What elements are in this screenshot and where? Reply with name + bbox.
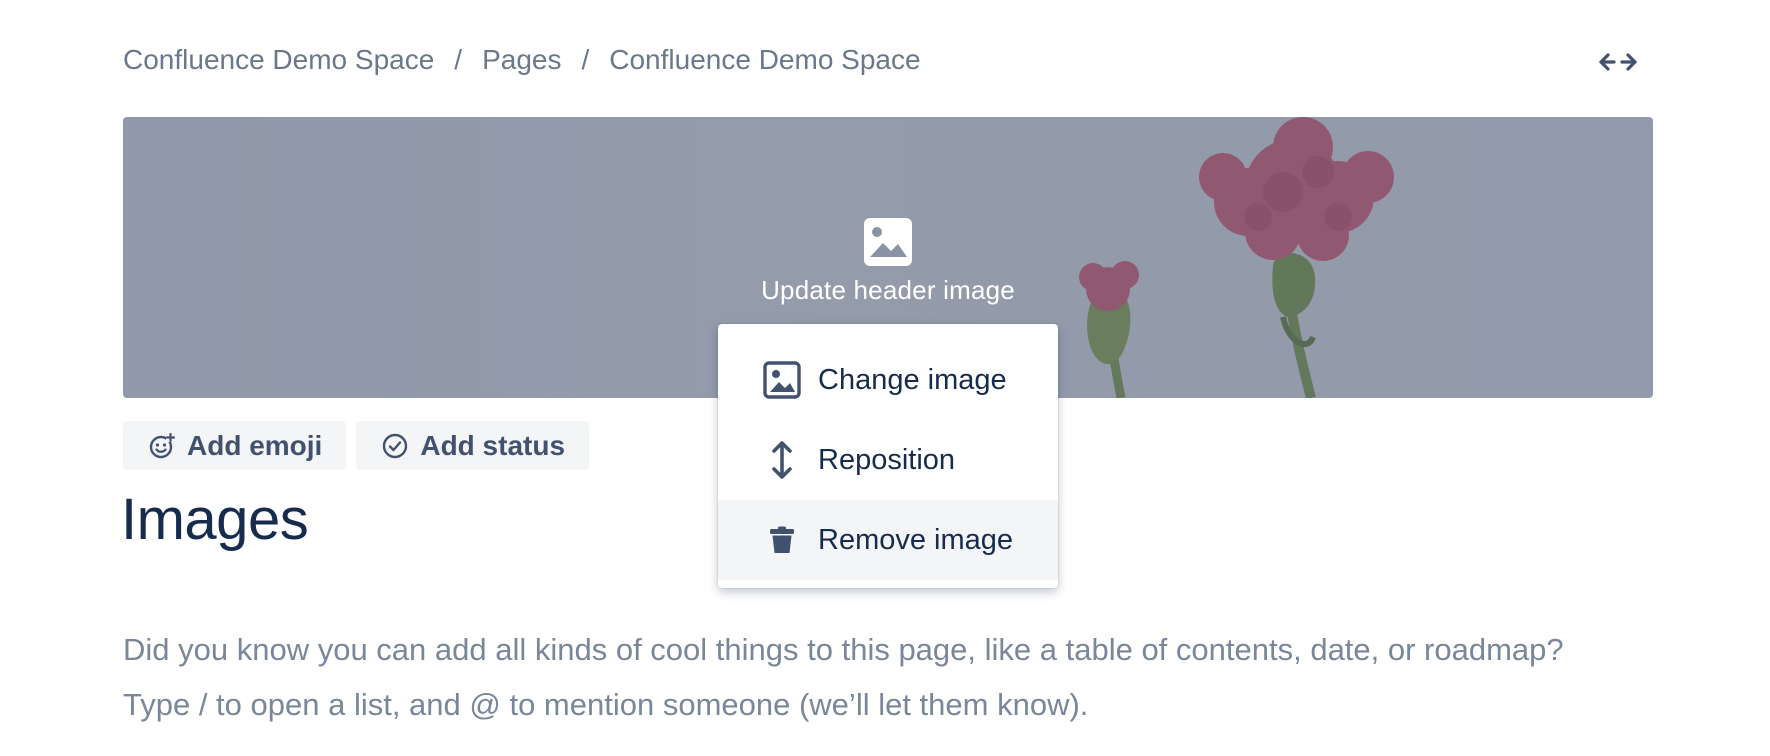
- update-header-image-label: Update header image: [761, 275, 1015, 305]
- expand-width-button[interactable]: [1596, 48, 1640, 76]
- add-status-label: Add status: [420, 429, 566, 461]
- menu-item-label: Remove image: [818, 523, 1014, 556]
- status-check-icon: [383, 433, 408, 458]
- breadcrumb-separator: /: [454, 44, 463, 75]
- page: Confluence Demo Space / Pages / Confluen…: [0, 0, 1770, 756]
- menu-item-change-image[interactable]: Change image: [718, 340, 1058, 420]
- menu-item-reposition[interactable]: Reposition: [718, 420, 1058, 500]
- update-header-image-button[interactable]: Update header image: [123, 217, 1653, 306]
- breadcrumb: Confluence Demo Space / Pages / Confluen…: [123, 44, 921, 76]
- page-body[interactable]: Did you know you can add all kinds of co…: [123, 622, 1683, 732]
- emoji-add-icon: [149, 432, 175, 458]
- trash-icon: [762, 520, 802, 560]
- vertical-arrows-icon: [762, 440, 802, 480]
- header-image-menu: Change image Reposition Remove image: [718, 324, 1058, 588]
- image-icon: [762, 360, 802, 400]
- add-status-button[interactable]: Add status: [356, 421, 590, 470]
- breadcrumb-item-page[interactable]: Confluence Demo Space: [609, 44, 920, 76]
- breadcrumb-item-pages[interactable]: Pages: [482, 44, 561, 76]
- add-emoji-label: Add emoji: [187, 429, 323, 461]
- page-meta-buttons: Add emoji Add status: [123, 421, 590, 470]
- breadcrumb-separator: /: [581, 44, 590, 75]
- page-title[interactable]: Images: [121, 486, 309, 553]
- body-paragraph-line: Type / to open a list, and @ to mention …: [123, 687, 1089, 722]
- menu-item-label: Change image: [818, 363, 1007, 396]
- add-emoji-button[interactable]: Add emoji: [123, 421, 347, 470]
- expand-width-icon: [1599, 53, 1637, 71]
- image-icon: [864, 218, 912, 266]
- menu-item-label: Reposition: [818, 443, 956, 476]
- breadcrumb-item-space[interactable]: Confluence Demo Space: [123, 44, 434, 76]
- body-paragraph-line: Did you know you can add all kinds of co…: [123, 632, 1564, 667]
- menu-item-remove-image[interactable]: Remove image: [718, 500, 1058, 580]
